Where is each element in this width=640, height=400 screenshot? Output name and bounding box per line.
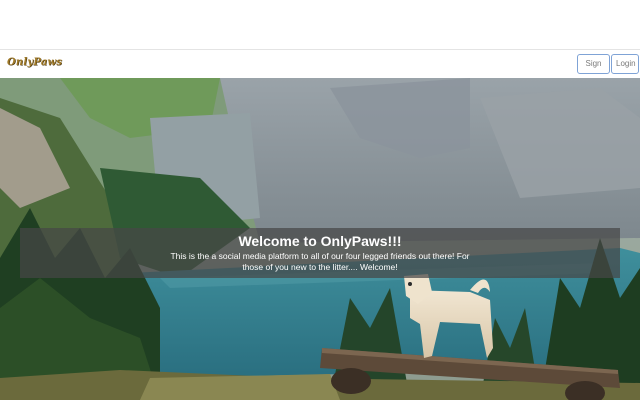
welcome-text: This is the a social media platform to a… — [170, 251, 470, 272]
navbar: OnlyPaws Sign Up Login — [0, 50, 640, 86]
welcome-title: Welcome to OnlyPaws!!! — [238, 233, 402, 249]
hero-section: Welcome to OnlyPaws!!! This is the a soc… — [0, 78, 640, 400]
login-button[interactable]: Login — [611, 54, 639, 74]
brand-logo[interactable]: OnlyPaws — [7, 57, 62, 68]
browser-blank-area — [0, 0, 640, 50]
signup-button[interactable]: Sign Up — [577, 54, 610, 86]
welcome-banner: Welcome to OnlyPaws!!! This is the a soc… — [20, 228, 620, 278]
